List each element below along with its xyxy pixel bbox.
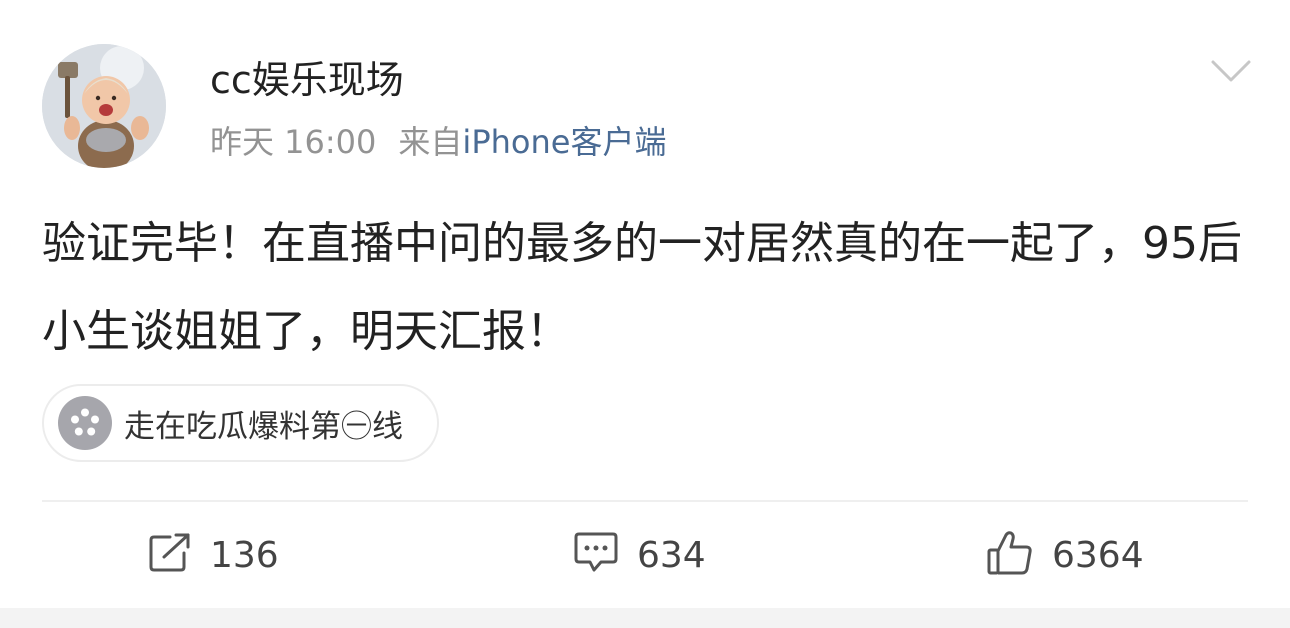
repost-button[interactable]: 136 xyxy=(148,525,279,585)
source-device-link[interactable]: iPhone客户端 xyxy=(462,123,666,161)
thumbs-up-icon xyxy=(986,530,1034,580)
post-text: 验证完毕！在直播中问的最多的一对居然真的在一起了，95后小生谈姐姐了，明天汇报！ xyxy=(42,218,1242,357)
share-icon xyxy=(148,533,192,577)
topic-label: 走在吃瓜爆料第㊀线 xyxy=(124,408,403,445)
bottom-separator xyxy=(0,608,1290,628)
divider xyxy=(42,500,1248,502)
chevron-down-icon[interactable] xyxy=(1210,58,1252,84)
repost-count: 136 xyxy=(210,534,279,576)
comment-button[interactable]: 634 xyxy=(573,525,706,585)
post-meta: 昨天 16:00 来自iPhone客户端 xyxy=(210,120,666,164)
avatar[interactable] xyxy=(42,44,166,168)
like-button[interactable]: 6364 xyxy=(986,525,1144,585)
comment-icon xyxy=(573,531,619,579)
avatar-image xyxy=(42,44,166,168)
flower-icon xyxy=(58,396,112,450)
topic-tag[interactable]: 走在吃瓜爆料第㊀线 xyxy=(42,384,439,462)
comment-count: 634 xyxy=(637,534,706,576)
source-prefix: 来自 xyxy=(398,123,463,161)
author-name[interactable]: cc娱乐现场 xyxy=(210,56,404,104)
like-count: 6364 xyxy=(1052,534,1144,576)
post-time: 昨天 16:00 xyxy=(210,123,377,161)
